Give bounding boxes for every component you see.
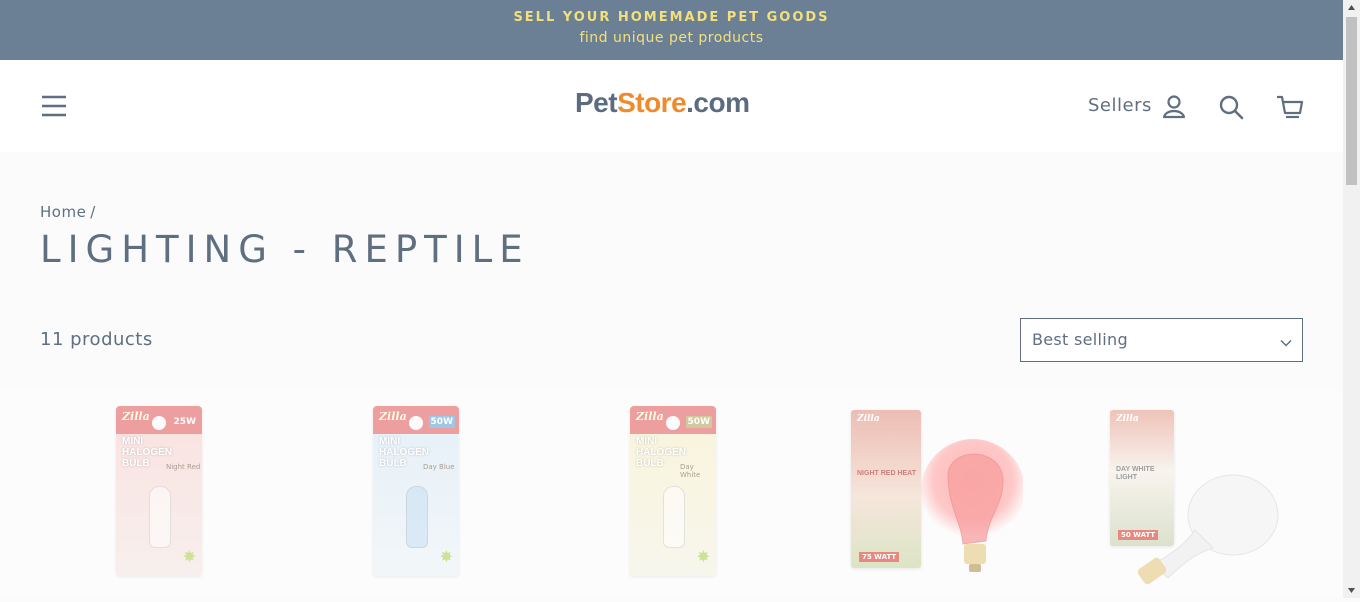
bulb-image [663,486,685,548]
product-card[interactable]: Zilla 50W MINI HALOGEN BULB Day White ✸ [630,400,716,576]
chevron-down-icon [1280,334,1292,347]
user-icon[interactable] [1160,93,1188,121]
variant-label: Day Blue [423,463,455,471]
brand-logo: Zilla [379,410,407,423]
brand-logo: Zilla [636,410,664,423]
breadcrumb-separator: / [90,203,96,221]
wattage-badge: 25W [171,416,198,428]
scroll-down-arrow-icon[interactable] [1343,581,1360,598]
product-image[interactable]: Zilla 50W MINI HALOGEN BULB Day White ✸ [630,406,716,576]
star-burst-icon: ✸ [182,547,196,566]
brand-logo: Zilla [122,410,150,423]
breadcrumb-home-link[interactable]: Home [40,203,86,221]
product-count: 11 products [40,329,153,350]
package-title-line1: MINI [379,436,401,447]
variant-label: Day White [680,463,701,479]
brand-logo: Zilla [1116,414,1139,424]
vertical-scrollbar[interactable] [1343,0,1360,598]
logo-pet: Pet [575,87,618,118]
bulb-image [149,486,171,548]
site-logo[interactable]: PetStore.com [575,87,750,119]
page: SELL YOUR HOMEMADE PET GOODS find unique… [0,0,1343,598]
hang-hole [666,416,680,430]
hang-hole [409,416,423,430]
product-card[interactable]: Zilla 50W MINI HALOGEN BULB Day Blue ✸ [373,400,459,576]
brand-logo: Zilla [857,414,880,424]
cart-icon[interactable] [1275,93,1304,121]
scroll-up-arrow-icon[interactable] [1343,0,1360,17]
wattage-badge: 75 WATT [859,552,900,562]
scrollbar-thumb[interactable] [1346,17,1357,185]
site-header: PetStore.com Sellers [0,60,1343,152]
variant-label: Night Red [166,463,201,471]
star-burst-icon: ✸ [696,547,710,566]
sellers-link[interactable]: Sellers [1088,95,1152,116]
breadcrumb: Home / [40,203,96,221]
package-title-line1: MINI [122,436,144,447]
logo-store: Store [617,87,687,118]
product-image[interactable]: Zilla NIGHT RED HEAT 75 WATT [851,410,921,568]
product-image[interactable]: Zilla 25W MINI HALOGEN BULB Night Red ✸ [116,406,202,576]
product-card[interactable]: Zilla 25W MINI HALOGEN BULB Night Red ✸ [116,400,202,576]
page-title: LIGHTING - REPTILE [40,228,530,271]
product-card[interactable]: Zilla DAY WHITE LIGHT 50 WATT [1098,400,1283,590]
sort-select[interactable]: Best selling [1020,318,1303,362]
package-title: NIGHT RED HEAT [857,470,916,477]
red-bulb-image [921,439,1023,572]
bulb-image [406,486,428,548]
star-burst-icon: ✸ [439,547,453,566]
logo-com: .com [686,87,750,118]
product-card[interactable]: Zilla NIGHT RED HEAT 75 WATT [848,400,1023,598]
wattage-badge: 50W [685,416,712,428]
announcement-subline[interactable]: find unique pet products [0,30,1343,46]
white-spot-bulb-image [1137,474,1279,585]
wattage-badge: 50W [428,416,455,428]
package-title-line1: MINI [636,436,658,447]
hang-hole [152,416,166,430]
announcement-headline[interactable]: SELL YOUR HOMEMADE PET GOODS [0,10,1343,25]
sort-selected-value: Best selling [1032,330,1128,349]
search-icon[interactable] [1217,93,1245,121]
announcement-bar[interactable]: SELL YOUR HOMEMADE PET GOODS find unique… [0,0,1343,60]
hamburger-menu-icon[interactable] [40,93,68,119]
product-image[interactable]: Zilla 50W MINI HALOGEN BULB Day Blue ✸ [373,406,459,576]
